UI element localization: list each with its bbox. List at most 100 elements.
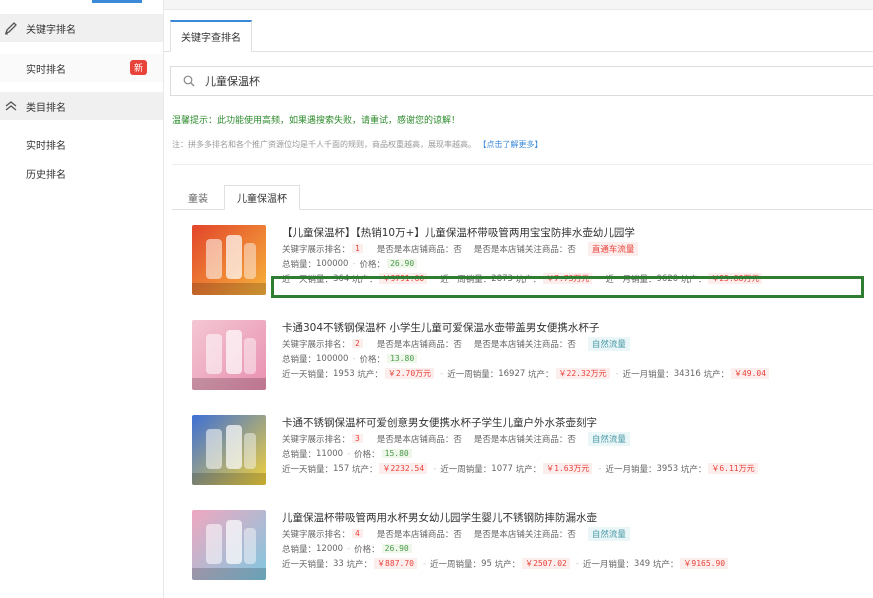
price-value: 26.90 [387, 259, 418, 268]
month-sales-value: 34316 [673, 368, 701, 379]
thermos-image-icon [192, 425, 266, 485]
rank-label: 关键字展示排名： [282, 434, 351, 445]
output-label: 坑产： [680, 464, 707, 475]
product-title[interactable]: 儿童保温杯带吸管两用水杯男女幼儿园学生婴儿不锈钢防摔防漏水壶 [282, 510, 873, 526]
learn-more-link[interactable]: 【点击了解更多】 [479, 140, 543, 149]
output-label: 坑产： [515, 274, 542, 285]
divider [172, 164, 873, 165]
product-item[interactable]: 卡通304不锈钢保温杯 小学生儿童可爱保温水壶带盖男女便携水杯子 关键字展示排名… [192, 320, 873, 400]
product-sales-row: 总销量： 11000 - 价格： 15.80 [282, 446, 873, 461]
day-output-value: ￥9791.60 [379, 273, 428, 284]
week-sales-label: 近一周销量： [430, 559, 482, 570]
product-item[interactable]: 卡通不锈钢保温杯可爱创意男女便携水杯子学生儿童户外水茶壶刻字 关键字展示排名： … [192, 415, 873, 495]
week-output-value: ￥22.32万元 [555, 368, 610, 379]
sidebar-item-label: 历史排名 [26, 169, 66, 181]
product-thumbnail[interactable] [192, 510, 266, 580]
follow-shop-label: 是否是本店铺关注商品：否 [473, 529, 576, 540]
product-thumbnail[interactable] [192, 320, 266, 390]
total-sales-label: 总销量： [282, 544, 317, 555]
own-shop-label: 是否是本店铺商品：否 [376, 339, 462, 350]
day-sales-label: 近一天销量： [282, 559, 334, 570]
product-title[interactable]: 【儿童保温杯】【热销10万+】儿童保温杯带吸管两用宝宝防摔水壶幼儿园学 [282, 225, 873, 241]
total-sales-value: 12000 [316, 543, 344, 554]
week-sales-value: 1077 [491, 463, 513, 474]
sidebar-group-label: 关键字排名 [26, 24, 76, 36]
day-sales-value: 364 [333, 273, 350, 284]
traffic-source-badge: 自然流量 [587, 431, 630, 446]
product-sales-row: 总销量： 12000 - 价格： 26.90 [282, 541, 873, 556]
week-output-value: ￥1.63万元 [543, 463, 593, 474]
sidebar-item-history-rank[interactable]: 历史排名 [0, 159, 163, 187]
sidebar-item-realtime-rank[interactable]: 实时排名 新 [0, 54, 163, 82]
product-title[interactable]: 卡通不锈钢保温杯可爱创意男女便携水杯子学生儿童户外水茶壶刻字 [282, 415, 873, 431]
total-sales-label: 总销量： [282, 354, 317, 365]
product-info: 卡通304不锈钢保温杯 小学生儿童可爱保温水壶带盖男女便携水杯子 关键字展示排名… [282, 320, 873, 381]
rank-value: 4 [352, 529, 363, 538]
total-sales-label: 总销量： [282, 259, 317, 270]
product-item[interactable]: 儿童保温杯带吸管两用水杯男女幼儿园学生婴儿不锈钢防摔防漏水壶 关键字展示排名： … [192, 510, 873, 590]
follow-shop-label: 是否是本店铺关注商品：否 [473, 244, 576, 255]
month-output-value: ￥49.04 [730, 368, 770, 379]
product-info: 【儿童保温杯】【热销10万+】儿童保温杯带吸管两用宝宝防摔水壶幼儿园学 关键字展… [282, 225, 873, 286]
search-bar[interactable] [170, 66, 873, 96]
product-sales-row: 总销量： 100000 - 价格： 26.90 [282, 256, 873, 271]
rank-value: 1 [352, 244, 363, 253]
traffic-source-badge: 自然流量 [587, 526, 630, 541]
output-label: 坑产： [680, 274, 707, 285]
sidebar-item-label: 实时排名 [26, 64, 66, 76]
price-value: 13.80 [387, 354, 418, 363]
product-meta-row: 关键字展示排名： 2 是否是本店铺商品：否 是否是本店铺关注商品：否 自然流量 [282, 336, 873, 351]
note-body: 注：拼多多排名和各个推广资源位均是千人千面的规则，商品权重越高，展现率越高。 [172, 140, 476, 149]
product-period-row: 近一天销量： 364 坑产： ￥9791.60 - 近一周销量： 2873 坑产… [282, 271, 873, 286]
top-strip [164, 0, 873, 10]
output-label: 坑产： [652, 559, 679, 570]
product-info: 儿童保温杯带吸管两用水杯男女幼儿园学生婴儿不锈钢防摔防漏水壶 关键字展示排名： … [282, 510, 873, 571]
month-sales-value: 9620 [656, 273, 679, 284]
month-sales-label: 近一月销量： [605, 464, 657, 475]
product-item[interactable]: 【儿童保温杯】【热销10万+】儿童保温杯带吸管两用宝宝防摔水壶幼儿园学 关键字展… [192, 225, 873, 305]
tab-bar: 关键字查排名 [164, 20, 873, 52]
week-sales-value: 2873 [491, 273, 513, 284]
search-icon [183, 75, 195, 87]
search-input[interactable] [205, 74, 805, 88]
traffic-source-badge: 直通车流量 [587, 241, 639, 256]
month-sales-label: 近一月销量： [605, 274, 657, 285]
output-label: 坑产： [346, 559, 373, 570]
sidebar-group-keyword-rank[interactable]: 关键字排名 [0, 14, 163, 42]
product-thumbnail[interactable] [192, 225, 266, 295]
rank-label: 关键字展示排名： [282, 339, 351, 350]
rank-label: 关键字展示排名： [282, 244, 351, 255]
product-period-row: 近一天销量： 33 坑产： ￥887.70 - 近一周销量： 95 坑产： ￥2… [282, 556, 873, 571]
price-value: 26.90 [381, 544, 412, 553]
tip-text: 温馨提示：此功能使用高频，如果遇搜索失败，请重试，感谢您的谅解！ [172, 116, 461, 126]
keyword-tabs: 童装 儿童保温杯 [172, 185, 873, 210]
month-output-value: ￥6.11万元 [708, 463, 758, 474]
price-label: 价格： [359, 354, 386, 365]
price-label: 价格： [354, 544, 380, 555]
day-output-value: ￥2232.54 [379, 463, 428, 474]
rank-value: 3 [352, 434, 363, 443]
output-label: 坑产： [351, 274, 378, 285]
tab-kids-clothing[interactable]: 童装 [188, 185, 208, 210]
output-label: 坑产： [494, 559, 521, 570]
product-title[interactable]: 卡通304不锈钢保温杯 小学生儿童可爱保温水壶带盖男女便携水杯子 [282, 320, 873, 336]
sidebar: 关键字排名 实时排名 新 类目排名 实时排名 历史排名 [0, 0, 164, 598]
month-sales-value: 3953 [656, 463, 679, 474]
sidebar-group-label: 类目排名 [26, 102, 66, 114]
price-label: 价格： [354, 449, 380, 460]
product-thumbnail[interactable] [192, 415, 266, 485]
own-shop-label: 是否是本店铺商品：否 [376, 434, 462, 445]
own-shop-label: 是否是本店铺商品：否 [376, 244, 462, 255]
sidebar-top-indicator [92, 0, 142, 3]
sidebar-group-category-rank[interactable]: 类目排名 [0, 92, 163, 120]
new-badge: 新 [129, 60, 147, 75]
tab-keyword-rank[interactable]: 关键字查排名 [170, 20, 252, 52]
tab-kids-thermos[interactable]: 儿童保温杯 [224, 185, 300, 210]
week-sales-value: 16927 [498, 368, 526, 379]
sidebar-item-realtime-rank-category[interactable]: 实时排名 [0, 130, 163, 158]
rank-label: 关键字展示排名： [282, 529, 351, 540]
total-sales-label: 总销量： [282, 449, 317, 460]
traffic-source-badge: 自然流量 [587, 336, 630, 351]
week-output-value: ￥2507.02 [522, 558, 570, 569]
month-sales-label: 近一月销量： [582, 559, 634, 570]
